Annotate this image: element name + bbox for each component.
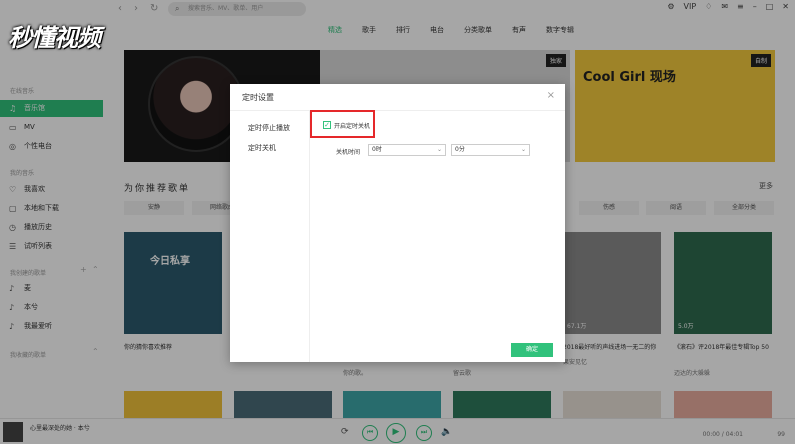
minute-select[interactable]: 0分 ⌄ bbox=[451, 144, 530, 156]
enable-shutdown-checkbox[interactable]: ✓ bbox=[323, 121, 331, 129]
hour-select[interactable]: 0时 ⌄ bbox=[368, 144, 446, 156]
dialog-nav: 定时停止播放 定时关机 bbox=[230, 110, 310, 362]
dialog-close-icon[interactable]: × bbox=[547, 90, 555, 101]
dialog-nav-shutdown[interactable]: 定时关机 bbox=[248, 143, 276, 153]
ok-button[interactable]: 确定 bbox=[511, 343, 553, 357]
minute-value: 0分 bbox=[455, 146, 465, 153]
dialog-title: 定时设置 bbox=[242, 93, 274, 102]
dialog-nav-stop-playback[interactable]: 定时停止播放 bbox=[248, 123, 290, 133]
hour-value: 0时 bbox=[372, 146, 382, 153]
shutdown-time-label: 关机时间 bbox=[336, 149, 361, 156]
chevron-down-icon: ⌄ bbox=[436, 146, 442, 153]
chevron-down-icon: ⌄ bbox=[520, 146, 526, 153]
watermark-logo: 秒懂视频 bbox=[8, 24, 101, 52]
timer-dialog: 定时设置 × 定时停止播放 定时关机 ✓ 开启定时关机 关机时间 0时 ⌄ 0分… bbox=[230, 84, 565, 362]
enable-shutdown-label[interactable]: 开启定时关机 bbox=[334, 121, 370, 130]
